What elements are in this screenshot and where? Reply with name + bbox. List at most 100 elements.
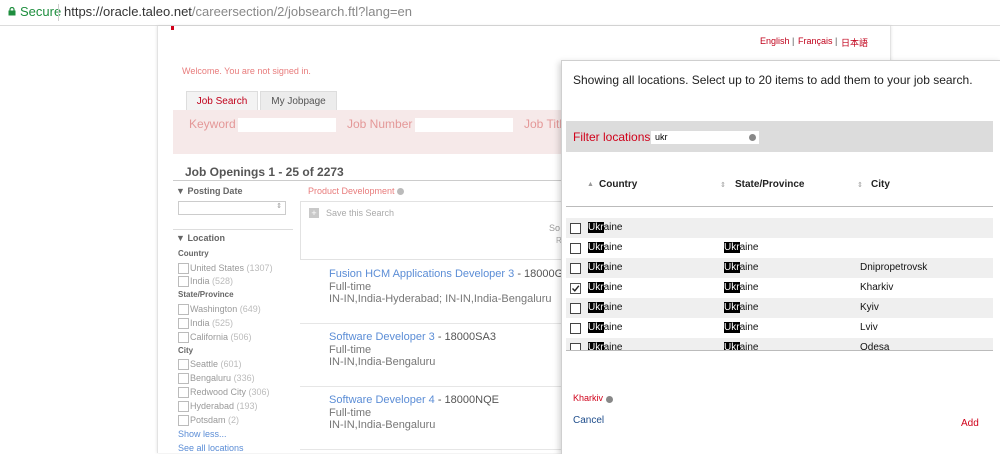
sort-arrows-icon[interactable]: ⇕ [857,181,863,189]
category-breadcrumb[interactable]: Product Development [308,186,405,196]
facet-checkbox[interactable] [178,332,189,343]
plus-icon[interactable]: + [309,208,319,218]
job-title-link[interactable]: Software Developer 4 [329,394,435,406]
facet-item[interactable]: India (528) [190,276,233,286]
facet-item-count: (193) [236,401,258,411]
highlight-match: Ukr [588,322,604,333]
facet-item[interactable]: Potsdam (2) [190,415,239,425]
row-checkbox[interactable] [570,243,581,254]
facet-item[interactable]: Redwood City (306) [190,387,270,397]
job-number-input[interactable] [415,118,513,132]
see-all-locations-link[interactable]: See all locations [178,443,244,453]
facet-checkbox[interactable] [178,304,189,315]
job-location: IN-IN,India-Hyderabad; IN-IN,India-Benga… [329,293,552,305]
facet-item-count: (601) [220,359,242,369]
tab-my-jobpage[interactable]: My Jobpage [260,91,337,111]
facet-item[interactable]: Washington (649) [190,304,261,314]
facet-item[interactable]: California (506) [190,332,252,342]
job-title-label: Job Titl [524,117,563,131]
facet-item[interactable]: Hyderabad (193) [190,401,258,411]
lang-japanese-link[interactable]: 日本語 [841,36,868,49]
job-location: IN-IN,India-Bengaluru [329,356,436,368]
location-row[interactable]: Ukraine Ukraine Dnipropetrovsk [566,258,993,278]
facet-location[interactable]: ▼ Location [176,233,225,243]
highlight-match: Ukr [588,302,604,313]
column-state[interactable]: State/Province [735,179,804,190]
url-text[interactable]: https://oracle.taleo.net/careersection/2… [64,4,412,19]
show-less-link[interactable]: Show less... [178,429,227,439]
address-separator [58,4,59,21]
sort-label: So [549,223,561,233]
facet-title-text: Location [187,233,225,243]
tab-job-search[interactable]: Job Search [186,91,258,111]
facet-checkbox[interactable] [178,401,189,412]
facet-item-name: Potsdam [190,415,226,425]
facet-item[interactable]: Seattle (601) [190,359,242,369]
remove-filter-icon[interactable] [397,188,405,196]
cell-city: Kyiv [860,302,879,313]
cancel-link[interactable]: Cancel [573,415,604,426]
cell-country: Ukraine [588,322,622,333]
location-list[interactable]: Ukraine Ukraine Ukraine Ukraine Ukraine … [566,213,993,351]
welcome-message: Welcome. You are not signed in. [182,66,311,76]
job-type: Full-time [329,281,372,293]
remove-selection-icon[interactable] [606,396,613,403]
facet-item-name: India [190,318,210,328]
facet-checkbox[interactable] [178,373,189,384]
facet-item[interactable]: Bengaluru (336) [190,373,255,383]
column-country[interactable]: Country [599,179,637,190]
highlight-match: Ukr [724,262,740,273]
job-openings-title: Job Openings 1 - 25 of 2273 [185,165,344,179]
facet-country-label: Country [178,249,209,258]
job-title-link[interactable]: Fusion HCM Applications Developer 3 [329,268,514,280]
highlight-match: Ukr [588,282,604,293]
location-row[interactable]: Ukraine Ukraine Lviv [566,318,993,338]
save-search-link[interactable]: Save this Search [326,208,394,218]
facet-item[interactable]: United States (1307) [190,263,273,273]
location-row[interactable]: Ukraine [566,218,993,238]
facet-posting-date[interactable]: ▼ Posting Date [176,186,242,196]
facet-city-label: City [178,346,194,355]
job-title-link[interactable]: Software Developer 3 [329,331,435,343]
location-row[interactable]: Ukraine Ukraine [566,238,993,258]
row-checkbox-checked[interactable] [570,283,581,294]
clear-filter-icon[interactable] [749,134,756,141]
facet-checkbox[interactable] [178,276,189,287]
row-checkbox[interactable] [570,323,581,334]
keyword-input[interactable] [238,118,336,132]
posting-date-select[interactable]: ⇕ [178,201,286,215]
column-city[interactable]: City [871,179,890,190]
highlight-match: Ukr [724,282,740,293]
job-listing-title[interactable]: Software Developer 4 - 18000NQE [329,394,499,406]
facet-checkbox[interactable] [178,387,189,398]
row-checkbox[interactable] [570,303,581,314]
highlight-match: Ukr [724,242,740,253]
facet-item-count: (2) [228,415,240,425]
add-button[interactable]: Add [961,418,979,429]
job-listing-title[interactable]: Software Developer 3 - 18000SA3 [329,331,496,343]
sort-arrows-icon[interactable]: ⇕ [720,181,726,189]
facet-checkbox[interactable] [178,415,189,426]
cell-state: Ukraine [724,302,758,313]
job-listing-title[interactable]: Fusion HCM Applications Developer 3 - 18… [329,268,571,280]
sort-up-icon[interactable]: ▲ [587,181,594,188]
selected-location-chip: Kharkiv [573,393,604,403]
lock-icon [8,7,16,16]
facet-checkbox[interactable] [178,263,189,274]
job-type: Full-time [329,344,372,356]
facet-state-label: State/Province [178,290,234,299]
facet-checkbox[interactable] [178,318,189,329]
cell-country: Ukraine [588,302,622,313]
lang-french-link[interactable]: Français [798,36,833,46]
location-row[interactable]: Ukraine Ukraine Kharkiv [566,278,993,298]
keyword-label: Keyword [189,117,236,131]
row-checkbox[interactable] [570,223,581,234]
lang-english-link[interactable]: English [760,36,790,46]
cell-text: aine [739,262,759,273]
facet-checkbox[interactable] [178,359,189,370]
location-row[interactable]: Ukraine Ukraine Kyiv [566,298,993,318]
job-type: Full-time [329,407,372,419]
facet-item[interactable]: India (525) [190,318,233,328]
row-checkbox[interactable] [570,263,581,274]
job-location: IN-IN,India-Bengaluru [329,419,436,431]
